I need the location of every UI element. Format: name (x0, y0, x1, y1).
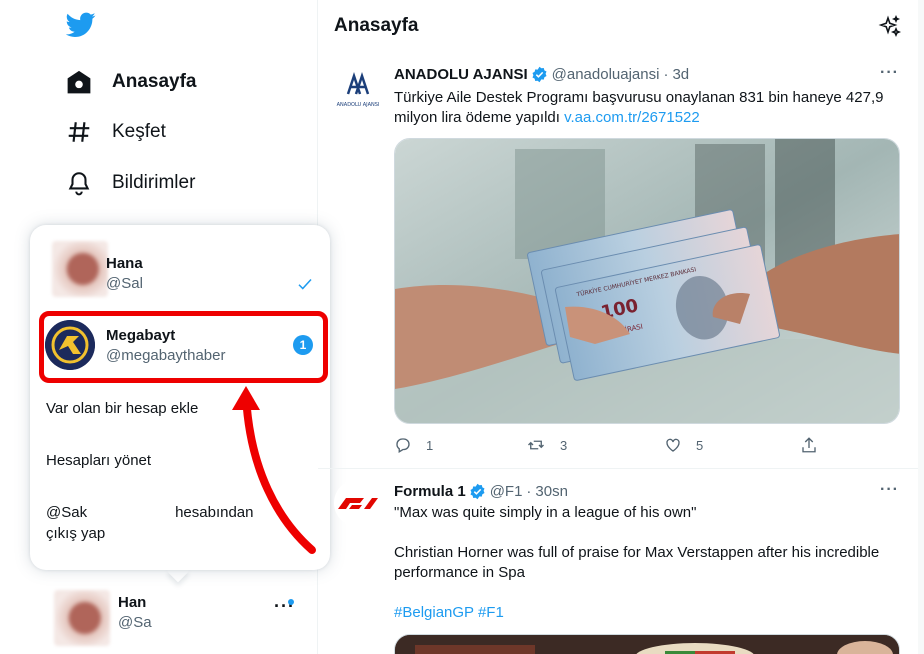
tweet-divider (318, 468, 924, 469)
logout-handle: @Sak (46, 504, 88, 521)
tweet-anadolu[interactable]: ANADOLU AJANSI ANADOLU AJANSI @anadoluaj… (318, 54, 924, 468)
hashtag-icon (64, 117, 94, 147)
retweet-button[interactable]: 3 (526, 436, 664, 454)
account-name: Han (118, 594, 147, 611)
f1-photo (395, 635, 899, 654)
share-icon (802, 437, 816, 453)
tweet-handle[interactable]: @anadoluajansi (552, 66, 660, 83)
reply-count: 1 (426, 437, 434, 453)
anadolu-avatar: ANADOLU AJANSI (334, 64, 382, 112)
nav-home[interactable]: Anasayfa (64, 62, 197, 102)
retweet-count: 3 (560, 437, 568, 453)
account-handle: @Sa (118, 614, 152, 631)
tweet-quote: "Max was quite simply in a league of his… (394, 504, 697, 521)
manage-accounts-link[interactable]: Hesapları yönet (46, 452, 151, 469)
banknote-photo: 100 TÜRK LİRASI TÜRKİYE CUMHURİYET MERKE… (395, 139, 899, 423)
main-timeline: Anasayfa ANADOLU AJANSI ANADOLU AJANSI @… (318, 0, 924, 654)
tweet-more-icon[interactable]: ··· (880, 481, 899, 499)
account-switcher-button[interactable]: Han @Sa ··· (50, 588, 310, 648)
tweet-link[interactable]: v.aa.com.tr/2671522 (564, 109, 700, 126)
page-title: Anasayfa (334, 15, 419, 36)
checkmark-icon (296, 275, 314, 298)
nav-label: Anasayfa (112, 71, 197, 92)
nav-explore[interactable]: Keşfet (64, 112, 166, 152)
scrollbar-track[interactable] (918, 0, 924, 654)
tweet-hashtags[interactable]: #BelgianGP #F1 (394, 603, 894, 623)
anadolu-avatar-text: ANADOLU AJANSI (337, 102, 380, 108)
retweet-icon (528, 440, 544, 450)
verified-icon (469, 483, 486, 500)
home-icon (64, 67, 94, 97)
tweet-time[interactable]: 30sn (535, 483, 568, 500)
nav-label: Keşfet (112, 121, 166, 142)
sparkle-icon[interactable] (878, 14, 902, 44)
tweet-header: ANADOLU AJANSI @anadoluajansi · 3d (394, 66, 689, 83)
highlight-box (39, 311, 328, 383)
tweet-header: Formula 1 @F1 · 30sn (394, 483, 568, 500)
avatar (52, 241, 108, 297)
reply-icon (396, 438, 410, 453)
avatar (54, 590, 110, 646)
tweet-image[interactable] (394, 634, 900, 654)
tweet-separator: · (526, 483, 532, 500)
verified-icon (531, 66, 548, 83)
tweet-text: Türkiye Aile Destek Programı başvurusu o… (394, 88, 894, 128)
heart-icon (666, 438, 680, 452)
tweet-time[interactable]: 3d (672, 66, 689, 83)
annotation-arrow (232, 386, 316, 554)
current-account-row[interactable]: Hana @Sal (30, 235, 330, 298)
tweet-handle[interactable]: @F1 (490, 483, 523, 500)
tweet-formula1[interactable]: Formula 1 @F1 · 30sn ··· "Max was quite … (318, 469, 924, 654)
notification-dot (288, 599, 294, 605)
like-count: 5 (696, 437, 704, 453)
tweet-author-name[interactable]: Formula 1 (394, 483, 466, 500)
f1-avatar (334, 479, 382, 527)
reply-button[interactable]: 1 (394, 436, 526, 454)
account-name: Hana (106, 255, 143, 272)
tweet-more-icon[interactable]: ··· (880, 64, 899, 82)
like-button[interactable]: 5 (664, 436, 800, 454)
tweet-actions: 1 3 5 (394, 436, 834, 454)
tweet-separator: · (663, 66, 669, 83)
bell-icon (64, 168, 94, 198)
add-existing-account-link[interactable]: Var olan bir hesap ekle (46, 400, 198, 417)
tweet-image[interactable]: 100 TÜRK LİRASI TÜRKİYE CUMHURİYET MERKE… (394, 138, 900, 424)
account-handle: @Sal (106, 275, 143, 292)
nav-label: Bildirimler (112, 172, 196, 193)
nav-notifications[interactable]: Bildirimler (64, 163, 195, 203)
tweet-author-name[interactable]: ANADOLU AJANSI (394, 66, 528, 83)
share-button[interactable] (800, 436, 818, 454)
twitter-logo-icon[interactable] (65, 12, 96, 38)
tweet-body: Christian Horner was full of praise for … (394, 544, 880, 581)
